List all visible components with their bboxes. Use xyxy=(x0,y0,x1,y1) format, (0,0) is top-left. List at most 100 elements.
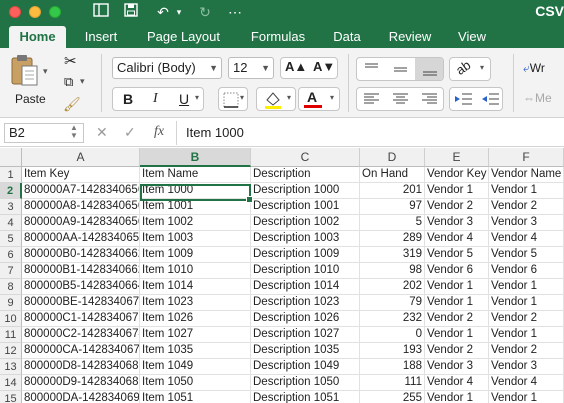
table-cell[interactable]: Item 1000 xyxy=(140,183,251,199)
table-cell[interactable]: 111 xyxy=(360,375,425,391)
header-cell[interactable]: Vendor Name xyxy=(489,167,564,183)
table-cell[interactable]: 800000DA-1428340690 xyxy=(22,391,140,403)
table-cell[interactable]: Vendor 2 xyxy=(425,311,489,327)
row-header[interactable]: 11 xyxy=(0,327,22,343)
minimize-window-button[interactable] xyxy=(29,6,41,18)
table-cell[interactable]: 319 xyxy=(360,247,425,263)
insert-function-icon[interactable]: fx xyxy=(154,124,164,140)
row-header[interactable]: 3 xyxy=(0,199,22,215)
table-cell[interactable]: Description 1001 xyxy=(251,199,360,215)
row-header[interactable]: 6 xyxy=(0,247,22,263)
paste-label[interactable]: Paste xyxy=(15,92,46,106)
select-all-button[interactable] xyxy=(0,148,22,167)
header-cell[interactable]: Item Name xyxy=(140,167,251,183)
table-cell[interactable]: Item 1009 xyxy=(140,247,251,263)
table-cell[interactable]: Description 1027 xyxy=(251,327,360,343)
paste-icon[interactable] xyxy=(10,54,40,90)
table-cell[interactable]: Item 1027 xyxy=(140,327,251,343)
table-cell[interactable]: 800000C1-1428340673 xyxy=(22,311,140,327)
column-header-f[interactable]: F xyxy=(489,148,564,167)
table-cell[interactable]: Description 1009 xyxy=(251,247,360,263)
table-cell[interactable]: 800000CA-1428340679 xyxy=(22,343,140,359)
table-cell[interactable]: Item 1003 xyxy=(140,231,251,247)
table-cell[interactable]: Item 1049 xyxy=(140,359,251,375)
table-cell[interactable]: Vendor 5 xyxy=(489,247,564,263)
table-cell[interactable]: Description 1035 xyxy=(251,343,360,359)
close-window-button[interactable] xyxy=(9,6,21,18)
more-commands-icon[interactable]: ⋯ xyxy=(226,3,244,21)
table-cell[interactable]: 201 xyxy=(360,183,425,199)
table-cell[interactable]: Vendor 4 xyxy=(489,375,564,391)
column-header-a[interactable]: A xyxy=(22,148,140,167)
column-header-c[interactable]: C xyxy=(251,148,360,167)
fill-color-button[interactable]: ▾ xyxy=(256,87,296,111)
table-cell[interactable]: Vendor 3 xyxy=(489,359,564,375)
table-cell[interactable]: Vendor 2 xyxy=(425,199,489,215)
table-cell[interactable]: Vendor 4 xyxy=(489,231,564,247)
table-cell[interactable]: 800000A9-1428340656 xyxy=(22,215,140,231)
tab-review[interactable]: Review xyxy=(384,26,436,48)
table-cell[interactable]: Description 1051 xyxy=(251,391,360,403)
wrap-text-button[interactable]: ⤶Wr xyxy=(523,61,545,76)
table-cell[interactable]: Vendor 1 xyxy=(425,327,489,343)
shrink-font-button[interactable]: A▼ xyxy=(313,59,335,74)
table-cell[interactable]: Item 1001 xyxy=(140,199,251,215)
table-cell[interactable]: Vendor 1 xyxy=(489,295,564,311)
table-cell[interactable]: Description 1002 xyxy=(251,215,360,231)
table-cell[interactable]: Description 1000 xyxy=(251,183,360,199)
tab-insert[interactable]: Insert xyxy=(77,26,125,48)
table-cell[interactable]: 800000AA-1428340658 xyxy=(22,231,140,247)
orientation-button[interactable]: ab ▾ xyxy=(449,57,491,81)
header-cell[interactable]: Description xyxy=(251,167,360,183)
table-cell[interactable]: Description 1026 xyxy=(251,311,360,327)
table-cell[interactable]: Vendor 6 xyxy=(489,263,564,279)
table-cell[interactable]: Vendor 2 xyxy=(489,311,564,327)
align-middle-button[interactable] xyxy=(386,58,415,80)
table-cell[interactable]: 800000A7-1428340656 xyxy=(22,183,140,199)
table-cell[interactable]: Item 1026 xyxy=(140,311,251,327)
table-cell[interactable]: Vendor 1 xyxy=(425,295,489,311)
row-header[interactable]: 13 xyxy=(0,359,22,375)
table-cell[interactable]: 98 xyxy=(360,263,425,279)
cut-icon[interactable]: ✂ xyxy=(64,52,77,70)
table-cell[interactable]: Item 1002 xyxy=(140,215,251,231)
table-cell[interactable]: 188 xyxy=(360,359,425,375)
borders-button[interactable]: ▾ xyxy=(218,87,248,111)
tab-view[interactable]: View xyxy=(453,26,491,48)
row-header[interactable]: 7 xyxy=(0,263,22,279)
table-cell[interactable]: Item 1010 xyxy=(140,263,251,279)
table-cell[interactable]: Vendor 1 xyxy=(489,391,564,403)
paste-dropdown-icon[interactable]: ▾ xyxy=(43,66,48,77)
table-cell[interactable]: Vendor 1 xyxy=(489,327,564,343)
table-cell[interactable]: Description 1014 xyxy=(251,279,360,295)
table-cell[interactable]: Vendor 2 xyxy=(425,343,489,359)
bold-button[interactable]: B xyxy=(123,91,133,107)
table-cell[interactable]: 97 xyxy=(360,199,425,215)
undo-icon[interactable]: ↶ xyxy=(154,3,172,21)
header-cell[interactable]: On Hand xyxy=(360,167,425,183)
table-cell[interactable]: Vendor 1 xyxy=(489,183,564,199)
row-header[interactable]: 4 xyxy=(0,215,22,231)
tab-home[interactable]: Home xyxy=(9,26,66,48)
table-cell[interactable]: Vendor 3 xyxy=(489,215,564,231)
header-cell[interactable]: Vendor Key xyxy=(425,167,489,183)
table-cell[interactable]: Item 1050 xyxy=(140,375,251,391)
table-cell[interactable]: 255 xyxy=(360,391,425,403)
table-cell[interactable]: Item 1051 xyxy=(140,391,251,403)
table-cell[interactable]: 202 xyxy=(360,279,425,295)
row-header[interactable]: 1 xyxy=(0,167,22,183)
table-cell[interactable]: Description 1023 xyxy=(251,295,360,311)
table-cell[interactable]: Vendor 3 xyxy=(425,215,489,231)
table-cell[interactable]: 5 xyxy=(360,215,425,231)
tab-page-layout[interactable]: Page Layout xyxy=(141,26,226,48)
decrease-indent-button[interactable] xyxy=(450,88,477,110)
table-cell[interactable]: 800000D9-1428340689 xyxy=(22,375,140,391)
table-cell[interactable]: Vendor 4 xyxy=(425,231,489,247)
table-cell[interactable]: 800000B1-1428340662 xyxy=(22,263,140,279)
row-header[interactable]: 5 xyxy=(0,231,22,247)
align-right-button[interactable] xyxy=(415,88,443,110)
sidebar-toggle-icon[interactable] xyxy=(92,3,110,21)
align-center-button[interactable] xyxy=(386,88,415,110)
copy-dropdown-icon[interactable]: ▾ xyxy=(80,76,85,87)
save-icon[interactable] xyxy=(122,3,140,21)
